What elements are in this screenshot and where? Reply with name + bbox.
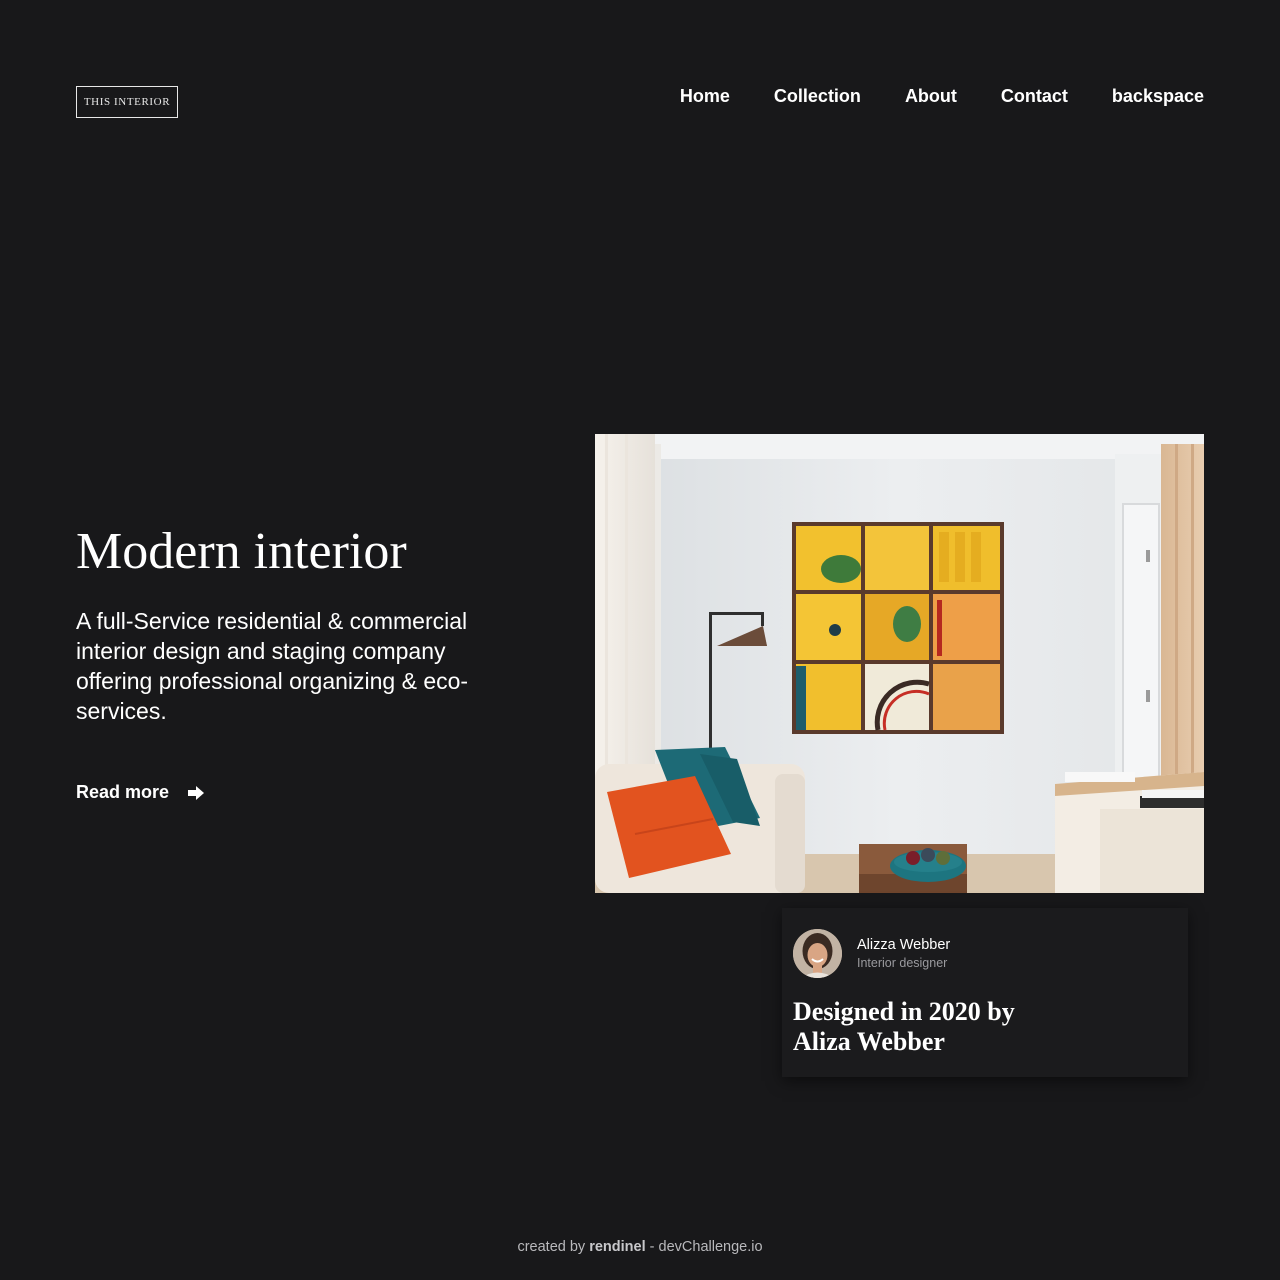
footer-site-link[interactable]: devChallenge.io: [659, 1239, 763, 1255]
page: THIS INTERIOR Home Collection About Cont…: [0, 0, 1280, 1280]
nav-collection[interactable]: Collection: [774, 84, 861, 108]
logo-text: THIS INTERIOR: [83, 96, 171, 108]
logo[interactable]: THIS INTERIOR: [76, 86, 178, 118]
hero-description: A full-Service residential & commercial …: [76, 608, 469, 724]
nav-contact[interactable]: Contact: [1001, 84, 1068, 108]
arrow-right-icon: [187, 785, 205, 801]
read-more-label: Read more: [76, 782, 170, 802]
designer-card: Alizza Webber Interior designer Designed…: [782, 908, 1188, 1077]
footer-prefix: created by: [517, 1239, 586, 1255]
main-nav: Home Collection About Contact backspace: [680, 84, 1204, 108]
nav-home[interactable]: Home: [680, 84, 730, 108]
author-name: Alizza Webber: [857, 937, 951, 953]
hero-title: Modern interior: [76, 523, 407, 580]
card-title: Designed in 2020 by Aliza Webber: [793, 997, 1015, 1056]
avatar: [793, 929, 842, 978]
author-role: Interior designer: [857, 956, 948, 970]
footer-separator: -: [649, 1239, 655, 1255]
footer-author-link[interactable]: rendinel: [589, 1239, 645, 1255]
footer-credit: created by rendinel - devChallenge.io: [0, 1237, 1280, 1257]
nav-about[interactable]: About: [905, 84, 957, 108]
read-more-link[interactable]: Read more: [76, 782, 205, 803]
room-photo: [595, 434, 1204, 893]
nav-backspace[interactable]: backspace: [1112, 84, 1204, 108]
